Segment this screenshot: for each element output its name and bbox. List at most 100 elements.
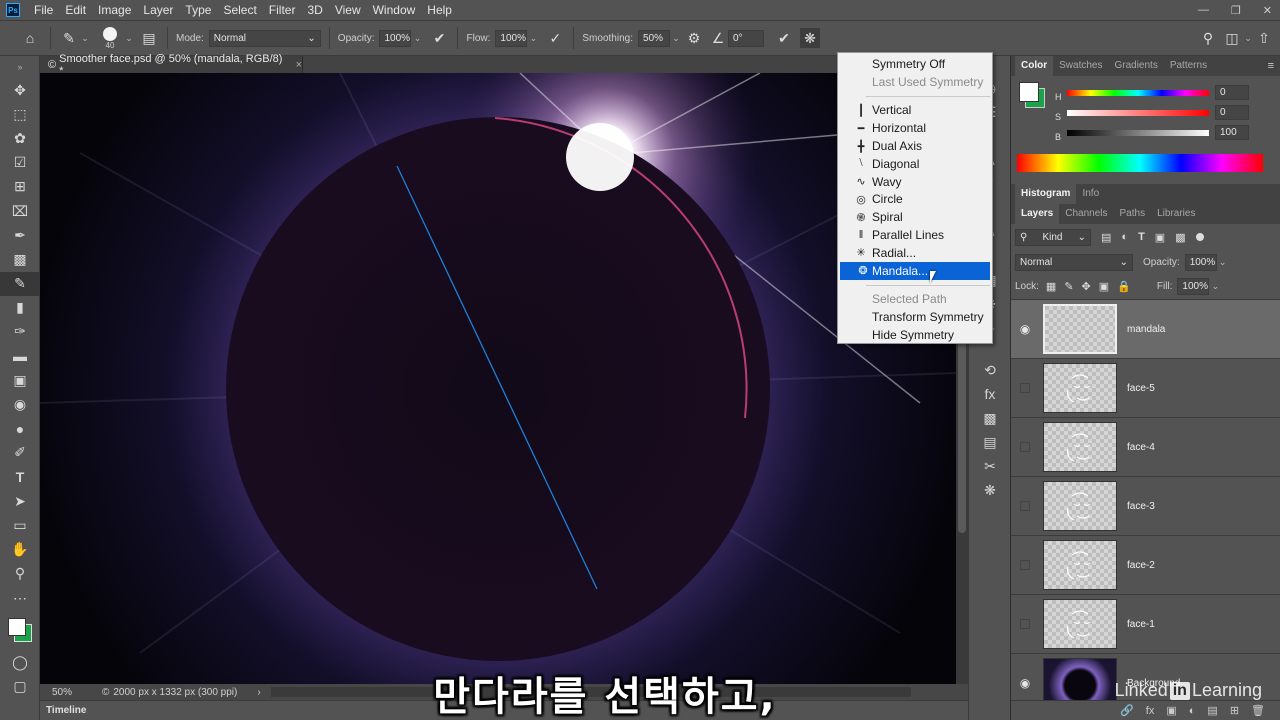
- notes-panel-icon[interactable]: ▩: [969, 406, 1011, 430]
- workspace-icon[interactable]: ◫: [1222, 28, 1242, 48]
- home-icon[interactable]: ⌂: [18, 28, 42, 48]
- menu-item-spiral[interactable]: ֎ Spiral: [838, 208, 992, 226]
- menu-select[interactable]: Select: [217, 0, 262, 20]
- layer-row[interactable]: face-4: [1011, 418, 1280, 477]
- gradient-tool-icon[interactable]: ▣: [0, 368, 40, 392]
- tab-color[interactable]: Color: [1015, 56, 1054, 76]
- fill-dropdown[interactable]: ⌄: [1209, 278, 1221, 295]
- menu-window[interactable]: Window: [367, 0, 422, 20]
- visibility-toggle[interactable]: [1020, 442, 1030, 452]
- comments-panel-icon[interactable]: ▤: [969, 430, 1011, 454]
- layer-row[interactable]: face-1: [1011, 595, 1280, 654]
- hand-tool-icon[interactable]: ✋: [0, 538, 40, 562]
- type-filter-icon[interactable]: T: [1138, 231, 1145, 243]
- menu-filter[interactable]: Filter: [263, 0, 302, 20]
- lock-transparent-icon[interactable]: ▦: [1046, 280, 1056, 293]
- styles-panel-icon[interactable]: fx: [969, 382, 1011, 406]
- visibility-toggle[interactable]: [1020, 501, 1030, 511]
- brightness-input[interactable]: 100: [1215, 125, 1249, 140]
- tab-channels[interactable]: Channels: [1059, 204, 1113, 224]
- quick-select-tool-icon[interactable]: ☑: [0, 151, 40, 175]
- color-panel-fg-swatch[interactable]: [1019, 82, 1039, 102]
- pressure-size-icon[interactable]: ✔: [774, 28, 794, 48]
- color-spectrum[interactable]: [1017, 154, 1263, 172]
- menu-item-symmetry-off[interactable]: Symmetry Off: [838, 55, 992, 73]
- close-icon[interactable]: ✕: [1263, 4, 1272, 17]
- move-tool-icon[interactable]: ✥: [0, 78, 40, 102]
- adjustment-filter-icon[interactable]: ◐: [1121, 231, 1128, 243]
- tool-presets-icon[interactable]: ✂: [969, 454, 1011, 478]
- close-tab-icon[interactable]: ×: [296, 59, 302, 71]
- pen-tool-icon[interactable]: ✐: [0, 441, 40, 465]
- menu-image[interactable]: Image: [92, 0, 137, 20]
- more-tools-icon[interactable]: ⋯: [0, 586, 40, 610]
- color-swatches[interactable]: [0, 610, 40, 650]
- rectangle-tool-icon[interactable]: ▭: [0, 513, 40, 537]
- airbrush-icon[interactable]: ✓: [545, 28, 565, 48]
- menu-file[interactable]: File: [28, 0, 59, 20]
- blend-mode-select[interactable]: Normal ⌄: [1015, 253, 1133, 271]
- history-brush-tool-icon[interactable]: ✑: [0, 320, 40, 344]
- flow-dropdown[interactable]: ⌄: [527, 30, 539, 47]
- opacity-dropdown[interactable]: ⌄: [411, 30, 423, 47]
- menu-item-transform-symmetry[interactable]: Transform Symmetry: [838, 308, 992, 326]
- menu-type[interactable]: Type: [179, 0, 217, 20]
- menu-edit[interactable]: Edit: [59, 0, 92, 20]
- minimize-icon[interactable]: —: [1198, 4, 1209, 16]
- menu-item-dual-axis[interactable]: ╋ Dual Axis: [838, 137, 992, 155]
- menu-item-circle[interactable]: ◎ Circle: [838, 191, 992, 209]
- brush-tool-icon[interactable]: ✎: [59, 28, 79, 48]
- visibility-toggle[interactable]: [1020, 619, 1030, 629]
- gear-icon[interactable]: ⚙: [684, 28, 704, 48]
- menu-item-wavy[interactable]: ∿ Wavy: [838, 173, 992, 191]
- document-tab[interactable]: © Smoother face.psd @ 50% (mandala, RGB/…: [40, 53, 303, 77]
- tab-patterns[interactable]: Patterns: [1164, 56, 1213, 76]
- layer-opacity-dropdown[interactable]: ⌄: [1217, 254, 1229, 271]
- dodge-tool-icon[interactable]: ●: [0, 417, 40, 441]
- brush-tool-icon[interactable]: ✎: [0, 271, 40, 296]
- angle-input[interactable]: 0°: [727, 29, 764, 47]
- tab-info[interactable]: Info: [1076, 184, 1105, 204]
- menu-help[interactable]: Help: [421, 0, 458, 20]
- crop-tool-icon[interactable]: ⊞: [0, 175, 40, 199]
- search-icon[interactable]: ⚲: [1198, 28, 1218, 48]
- 3d-panel-icon[interactable]: ❋: [969, 478, 1011, 502]
- tab-swatches[interactable]: Swatches: [1053, 56, 1108, 76]
- brush-settings-icon[interactable]: ▤: [139, 28, 159, 48]
- layer-row[interactable]: face-3: [1011, 477, 1280, 536]
- lock-all-icon[interactable]: 🔒: [1117, 280, 1131, 293]
- eye-icon[interactable]: ◉: [1011, 322, 1039, 336]
- menu-item-radial[interactable]: ✳ Radial...: [838, 244, 992, 262]
- foreground-color-swatch[interactable]: [8, 618, 26, 637]
- zoom-tool-icon[interactable]: ⚲: [0, 562, 40, 586]
- type-tool-icon[interactable]: T: [0, 465, 40, 489]
- butterfly-symmetry-icon[interactable]: ❋: [799, 28, 820, 48]
- hue-slider[interactable]: [1067, 90, 1209, 96]
- tab-libraries[interactable]: Libraries: [1151, 204, 1201, 224]
- layer-row[interactable]: face-2: [1011, 536, 1280, 595]
- shape-filter-icon[interactable]: ▣: [1155, 231, 1165, 244]
- menu-layer[interactable]: Layer: [137, 0, 179, 20]
- eraser-tool-icon[interactable]: ▬: [0, 344, 40, 368]
- tab-histogram[interactable]: Histogram: [1015, 184, 1077, 204]
- delete-layer-icon[interactable]: 🗑: [1251, 704, 1265, 717]
- clone-stamp-tool-icon[interactable]: ▮: [0, 296, 40, 320]
- path-selection-tool-icon[interactable]: ➤: [0, 489, 40, 513]
- pixel-filter-icon[interactable]: ▤: [1101, 231, 1111, 244]
- menu-item-vertical[interactable]: ┃ Vertical: [838, 102, 992, 120]
- filter-kind-select[interactable]: ⚲ Kind ⌄: [1015, 228, 1091, 246]
- menu-item-parallel-lines[interactable]: ‖ Parallel Lines: [838, 226, 992, 244]
- tab-gradients[interactable]: Gradients: [1108, 56, 1163, 76]
- menu-item-diagonal[interactable]: ⧵ Diagonal: [838, 155, 992, 173]
- menu-view[interactable]: View: [329, 0, 367, 20]
- pressure-opacity-icon[interactable]: ✔: [429, 28, 449, 48]
- layer-row[interactable]: ◉ mandala: [1011, 300, 1280, 359]
- marquee-tool-icon[interactable]: ⬚: [0, 102, 40, 126]
- tab-layers[interactable]: Layers: [1015, 204, 1060, 224]
- brush-preset-picker[interactable]: 40: [97, 23, 123, 53]
- hue-input[interactable]: 0: [1215, 85, 1249, 100]
- healing-brush-tool-icon[interactable]: ▩: [0, 247, 40, 271]
- smoothing-dropdown[interactable]: ⌄: [670, 30, 682, 47]
- flow-input[interactable]: 100%: [495, 29, 528, 47]
- filter-toggle-icon[interactable]: [1195, 233, 1204, 241]
